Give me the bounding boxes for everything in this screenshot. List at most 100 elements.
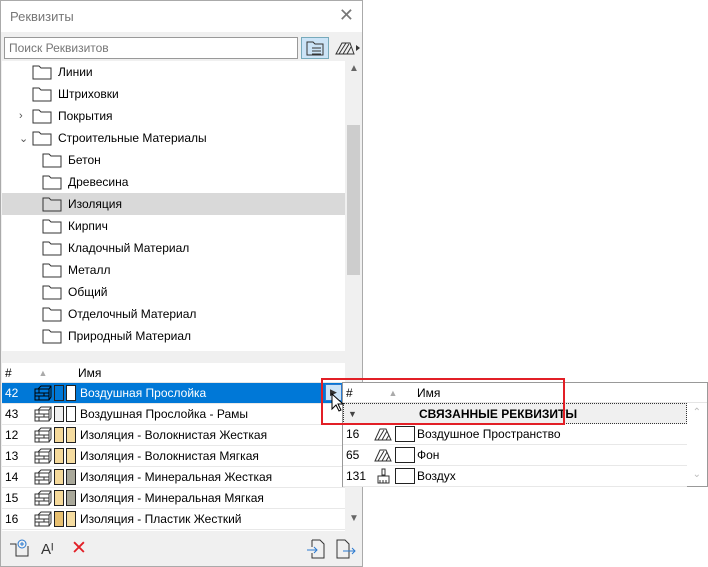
table-row[interactable]: 15 Изоляция - Минеральная Мягкая [2,488,345,509]
tree-item-label: Кладочный Материал [68,241,190,255]
table-row[interactable]: 42 Воздушная Прослойка [2,383,345,404]
rename-icon[interactable]: Aᴵ [41,541,54,558]
cut-fill-swatch [54,511,64,527]
col-num[interactable]: # [2,366,32,380]
row-name: Изоляция - Пластик Жесткий [80,512,242,526]
tree-item[interactable]: Древесина [2,171,345,193]
tree-item[interactable]: Бетон [2,149,345,171]
row-num: 16 [5,512,19,526]
folder-icon [42,174,62,190]
table-row[interactable]: 16 Изоляция - Пластик Жесткий [2,509,345,530]
tree-item-label: Линии [58,65,93,79]
tree-item-label: Строительные Материалы [58,131,207,145]
folder-lines-icon [32,64,52,80]
related-row[interactable]: 65 Фон [343,445,687,466]
tree-item[interactable]: Природный Материал [2,325,345,347]
row-name: Фон [417,448,440,462]
building-material-icon [34,406,52,422]
row-name: Воздушное Пространство [417,427,561,441]
table-row[interactable]: 12 Изоляция - Волокнистая Жесткая [2,425,345,446]
row-num: 43 [5,407,19,421]
folder-icon [42,218,62,234]
table-row[interactable]: 13 Изоляция - Волокнистая Мягкая [2,446,345,467]
related-row[interactable]: 131 Воздух [343,466,687,487]
cut-fill-swatch [54,448,64,464]
row-num: 13 [5,449,19,463]
title-bar: Реквизиты ✕ [1,1,362,32]
folder-view-button[interactable] [301,37,329,59]
delete-icon[interactable]: ✕ [71,537,87,560]
row-name: Изоляция - Волокнистая Жесткая [80,428,268,442]
new-folder-icon[interactable] [9,539,29,557]
popup-scroll-down-icon[interactable]: ⌄ [693,469,701,480]
tree-item[interactable]: ⌄ Строительные Материалы [2,127,345,149]
folder-materials-icon [32,130,52,146]
fill-hatch-icon [335,42,360,55]
scroll-up-icon[interactable]: ▲ [349,63,359,74]
tree-item[interactable]: Кладочный Материал [2,237,345,259]
folder-icon [42,240,62,256]
swatch [395,468,415,484]
tree-item[interactable]: Металл [2,259,345,281]
tree-item-label: Изоляция [68,197,122,211]
tree-item-label: Металл [68,263,111,277]
row-name: Воздушная Прослойка [80,386,207,400]
cut-fill-swatch [54,406,64,422]
row-name: Изоляция - Волокнистая Мягкая [80,449,259,463]
list-header: # ▲ Имя [2,363,345,383]
row-num: 12 [5,428,19,442]
building-material-icon [34,448,52,464]
table-row[interactable]: 14 Изоляция - Минеральная Жесткая [2,467,345,488]
building-material-icon [34,469,52,485]
window-title: Реквизиты [10,9,74,24]
chevron-right-icon[interactable]: › [19,110,23,122]
scroll-thumb[interactable] [347,125,360,275]
fill-hatch-icon [373,447,395,463]
folder-icon [42,328,62,344]
attribute-list: # ▲ Имя 42 Воздушная Прослойка 43 Воздушная… [2,363,345,531]
fill-hatch-icon [373,426,395,442]
close-icon[interactable]: ✕ [339,5,354,26]
related-row[interactable]: 16 Воздушное Пространство [343,424,687,445]
folder-tree: Линии Штриховки › Покрытия ⌄ Строительные Мат… [2,61,345,351]
tree-item[interactable]: Отделочный Материал [2,303,345,325]
folder-surfaces-icon [32,108,52,124]
mouse-cursor-icon [331,393,345,412]
tree-item-label: Природный Материал [68,329,192,343]
swatch [395,447,415,463]
surface-swatch [66,490,76,506]
brush-icon [373,468,395,484]
export-icon[interactable] [335,539,357,559]
col-name[interactable]: Имя [78,366,101,380]
tree-item[interactable]: Линии [2,61,345,83]
chevron-down-icon[interactable]: ⌄ [19,132,28,145]
tree-item[interactable]: Штриховки [2,83,345,105]
row-num: 131 [346,469,367,483]
surface-swatch [66,511,76,527]
row-num: 65 [346,448,360,462]
import-icon[interactable] [306,539,326,559]
row-num: 16 [346,427,360,441]
cut-fill-swatch [54,385,64,401]
tree-item[interactable]: › Покрытия [2,105,345,127]
search-input[interactable] [4,37,298,59]
scroll-down-icon[interactable]: ▼ [349,513,359,524]
surface-swatch [66,385,76,401]
tree-item[interactable]: Изоляция [2,193,345,215]
tree-scrollbar[interactable]: ▲ [345,61,362,351]
surface-swatch [66,448,76,464]
tree-item[interactable]: Общий [2,281,345,303]
table-row[interactable]: 43 Воздушная Прослойка - Рамы [2,404,345,425]
folder-icon [42,196,62,212]
popup-scroll-up-icon[interactable]: ⌃ [693,407,701,418]
row-name: Изоляция - Минеральная Жесткая [80,470,273,484]
cut-fill-swatch [54,469,64,485]
surface-swatch [66,406,76,422]
sort-icon[interactable]: ▲ [32,368,54,378]
row-name: Изоляция - Минеральная Мягкая [80,491,264,505]
tree-item-label: Древесина [68,175,129,189]
row-num: 14 [5,470,19,484]
tree-item[interactable]: Кирпич [2,215,345,237]
attribute-type-button[interactable] [333,37,361,59]
building-material-icon [34,385,52,401]
